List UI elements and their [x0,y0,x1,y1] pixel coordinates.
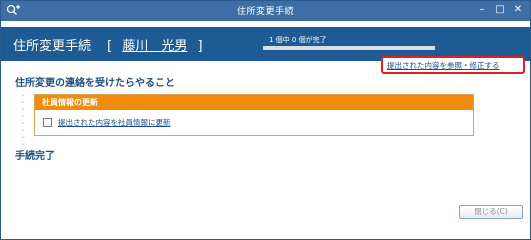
view-edit-submission-link[interactable]: 提出された内容を参照・修正する [387,60,500,71]
reference-link-highlight: 提出された内容を参照・修正する [381,56,525,74]
minimize-button[interactable]: – [475,3,489,17]
employee-name-link[interactable]: 藤川 光男 [122,39,187,54]
task-card-title: 社員情報の更新 [42,98,98,107]
task-card-header: 社員情報の更新 [35,95,473,110]
main-window: 住所変更手続 – □ ✕ 住所変更手続 [ 藤川 光男 ] 1 個中 0 個が完… [0,0,531,240]
procedure-title: 住所変更手続 [13,39,92,54]
bracket-open: [ [107,39,113,54]
title-bar: 住所変更手続 – □ ✕ [1,1,530,21]
section-title: 住所変更の連絡を受けたらやること [15,78,175,89]
flow-chevrons: ⌄ ⌄ ⌄ ⌄ ⌄ ⌄ ⌄ ⌄ [19,91,27,147]
window-title: 住所変更手続 [236,7,294,17]
update-employee-info-link[interactable]: 提出された内容を社員情報に更新 [58,117,171,128]
progress-text: 1 個中 0 個が完了 [269,36,327,44]
chevron-down-icon: ⌄ [20,139,26,147]
bracket-close: ] [197,39,203,54]
completion-title: 手続完了 [15,151,55,162]
task-card-employee-update: 社員情報の更新 提出された内容を社員情報に更新 [34,94,474,136]
task-checkbox[interactable] [43,118,52,127]
progress-bar [263,46,435,50]
close-window-button[interactable]: ✕ [511,3,525,17]
maximize-button[interactable]: □ [493,3,507,17]
page-title: 住所変更手続 [ 藤川 光男 ] [13,35,203,54]
close-button[interactable]: 閉じる(C) [459,205,523,219]
